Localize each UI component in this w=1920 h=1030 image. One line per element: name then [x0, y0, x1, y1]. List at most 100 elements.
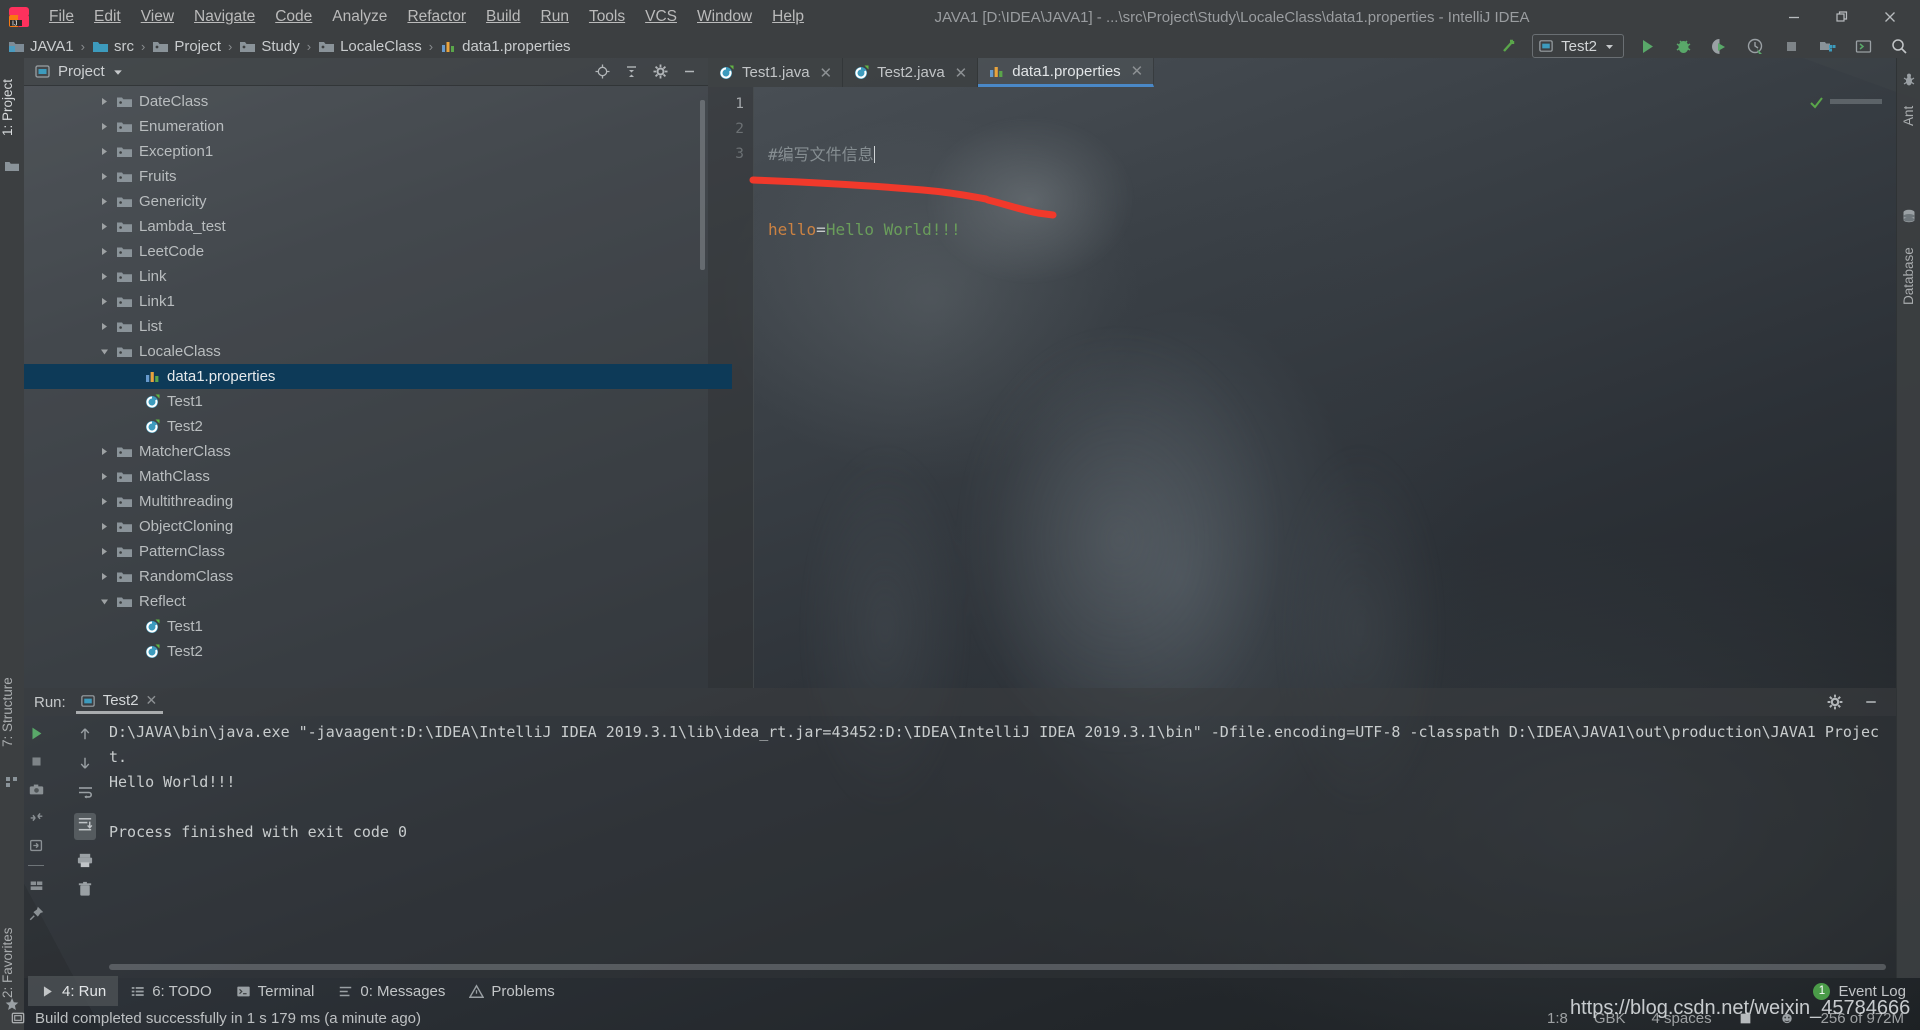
tree-item-data1-properties[interactable]: data1.properties	[24, 364, 732, 389]
tree-item-randomclass[interactable]: RandomClass	[24, 564, 708, 589]
hide-icon[interactable]	[676, 60, 702, 84]
trash-icon[interactable]	[76, 880, 94, 898]
locate-icon[interactable]	[589, 60, 615, 84]
rerun-icon[interactable]	[28, 725, 45, 742]
gear-icon[interactable]	[647, 60, 673, 84]
layout-icon[interactable]	[28, 877, 45, 894]
sidebar-item-structure[interactable]: 7: Structure	[0, 658, 24, 766]
chevron-right-icon[interactable]	[96, 214, 112, 239]
project-tree-scrollbar[interactable]	[700, 100, 705, 270]
gear-icon[interactable]	[1822, 690, 1848, 714]
restore-layout-icon[interactable]	[28, 809, 45, 826]
chevron-right-icon[interactable]	[96, 189, 112, 214]
tree-item-genericity[interactable]: Genericity	[24, 189, 708, 214]
chevron-right-icon[interactable]	[96, 114, 112, 139]
close-icon[interactable]	[1866, 0, 1914, 34]
chevron-right-icon[interactable]	[96, 239, 112, 264]
tree-item-mathclass[interactable]: MathClass	[24, 464, 708, 489]
menu-item-navigate[interactable]: Navigate	[184, 5, 265, 29]
editor-code[interactable]: #编写文件信息 hello=Hello World!!!	[768, 92, 961, 367]
chevron-right-icon[interactable]	[96, 89, 112, 114]
close-icon[interactable]: ✕	[820, 64, 833, 82]
tree-item-list[interactable]: List	[24, 314, 708, 339]
debug-icon[interactable]	[1670, 34, 1696, 58]
tree-item-localeclass[interactable]: LocaleClass	[24, 339, 708, 364]
hide-icon[interactable]	[1858, 690, 1884, 714]
chevron-down-icon[interactable]	[96, 339, 112, 364]
tree-item-patternclass[interactable]: PatternClass	[24, 539, 708, 564]
breadcrumb-src[interactable]: src	[92, 38, 134, 55]
tree-item-test2[interactable]: Test2	[24, 414, 708, 439]
build-icon[interactable]	[1496, 34, 1522, 58]
run-coverage-icon[interactable]	[1706, 34, 1732, 58]
chevron-right-icon[interactable]	[96, 264, 112, 289]
bottom-tab-run[interactable]: 4: Run	[28, 976, 119, 1006]
close-icon[interactable]: ✕	[955, 64, 968, 82]
export-icon[interactable]	[28, 837, 45, 854]
tree-item-objectcloning[interactable]: ObjectCloning	[24, 514, 708, 539]
stop-icon[interactable]	[28, 753, 45, 770]
tree-item-test1[interactable]: Test1	[24, 614, 708, 639]
collapse-all-icon[interactable]	[618, 60, 644, 84]
minimize-icon[interactable]	[1770, 0, 1818, 34]
editor-area[interactable]: 1 2 3 #编写文件信息 hello=Hello World!!!	[708, 87, 1896, 688]
run-icon[interactable]	[1634, 34, 1660, 58]
project-structure-icon[interactable]	[1814, 34, 1840, 58]
tree-item-test2[interactable]: Test2	[24, 639, 708, 664]
screenshot-icon[interactable]	[28, 781, 45, 798]
caret-position[interactable]: 1:8	[1547, 1010, 1568, 1027]
build-status-icon[interactable]	[10, 1010, 26, 1026]
run-configuration-selector[interactable]: Test2	[1532, 34, 1624, 58]
tree-item-dateclass[interactable]: DateClass	[24, 89, 708, 114]
print-icon[interactable]	[76, 851, 94, 869]
tree-item-link1[interactable]: Link1	[24, 289, 708, 314]
chevron-down-icon[interactable]	[112, 66, 124, 78]
scroll-down-icon[interactable]	[76, 754, 94, 772]
editor-tab-bar[interactable]: Test1.java ✕ Test2.java ✕ data1.properties ✕	[708, 58, 1896, 87]
project-tree[interactable]: DateClass Enumeration Exception1 Fruits Gene…	[24, 86, 732, 664]
menu-item-vcs[interactable]: VCS	[635, 5, 687, 29]
tree-item-leetcode[interactable]: LeetCode	[24, 239, 708, 264]
pin-icon[interactable]	[28, 905, 45, 922]
menu-item-tools[interactable]: Tools	[579, 5, 635, 29]
scroll-up-icon[interactable]	[76, 725, 94, 743]
chevron-right-icon[interactable]	[96, 464, 112, 489]
chevron-down-icon[interactable]	[96, 589, 112, 614]
inspection-ok-icon[interactable]	[1809, 95, 1824, 113]
menu-item-edit[interactable]: Edit	[84, 5, 131, 29]
chevron-right-icon[interactable]	[96, 314, 112, 339]
scroll-to-end-icon[interactable]	[76, 815, 94, 833]
tree-item-reflect[interactable]: Reflect	[24, 589, 708, 614]
profiler-icon[interactable]	[1742, 34, 1768, 58]
menu-item-analyze[interactable]: Analyze	[322, 5, 397, 29]
chevron-right-icon[interactable]	[96, 514, 112, 539]
editor-tab-test1-java[interactable]: Test1.java ✕	[708, 58, 844, 87]
menu-item-build[interactable]: Build	[476, 5, 530, 29]
chevron-right-icon[interactable]	[96, 139, 112, 164]
breadcrumb-data1-properties[interactable]: data1.properties	[440, 38, 571, 55]
bottom-tab-messages[interactable]: 0: Messages	[326, 976, 457, 1006]
menu-item-window[interactable]: Window	[687, 5, 762, 29]
stop-icon[interactable]	[1778, 34, 1804, 58]
editor-tab-test2-java[interactable]: Test2.java ✕	[843, 58, 979, 87]
search-everywhere-icon[interactable]	[1886, 34, 1912, 58]
chevron-right-icon[interactable]	[96, 564, 112, 589]
sidebar-item-ant[interactable]: Ant	[1901, 94, 1919, 138]
bottom-tab-todo[interactable]: 6: TODO	[118, 976, 223, 1006]
chevron-right-icon[interactable]	[96, 539, 112, 564]
breadcrumb-java1[interactable]: JAVA1	[8, 38, 74, 55]
tree-item-enumeration[interactable]: Enumeration	[24, 114, 708, 139]
chevron-right-icon[interactable]	[96, 164, 112, 189]
chevron-right-icon[interactable]	[96, 289, 112, 314]
chevron-right-icon[interactable]	[96, 489, 112, 514]
breadcrumb-localeclass[interactable]: LocaleClass	[318, 38, 422, 55]
bottom-tab-problems[interactable]: Problems	[457, 976, 566, 1006]
chevron-right-icon[interactable]	[96, 439, 112, 464]
editor-tab-data1-properties[interactable]: data1.properties ✕	[978, 58, 1155, 87]
tree-item-link[interactable]: Link	[24, 264, 708, 289]
menu-item-view[interactable]: View	[131, 5, 184, 29]
tree-item-test1[interactable]: Test1	[24, 389, 708, 414]
tree-item-lambda-test[interactable]: Lambda_test	[24, 214, 708, 239]
tree-item-fruits[interactable]: Fruits	[24, 164, 708, 189]
sidebar-item-project[interactable]: 1: Project	[0, 64, 24, 150]
